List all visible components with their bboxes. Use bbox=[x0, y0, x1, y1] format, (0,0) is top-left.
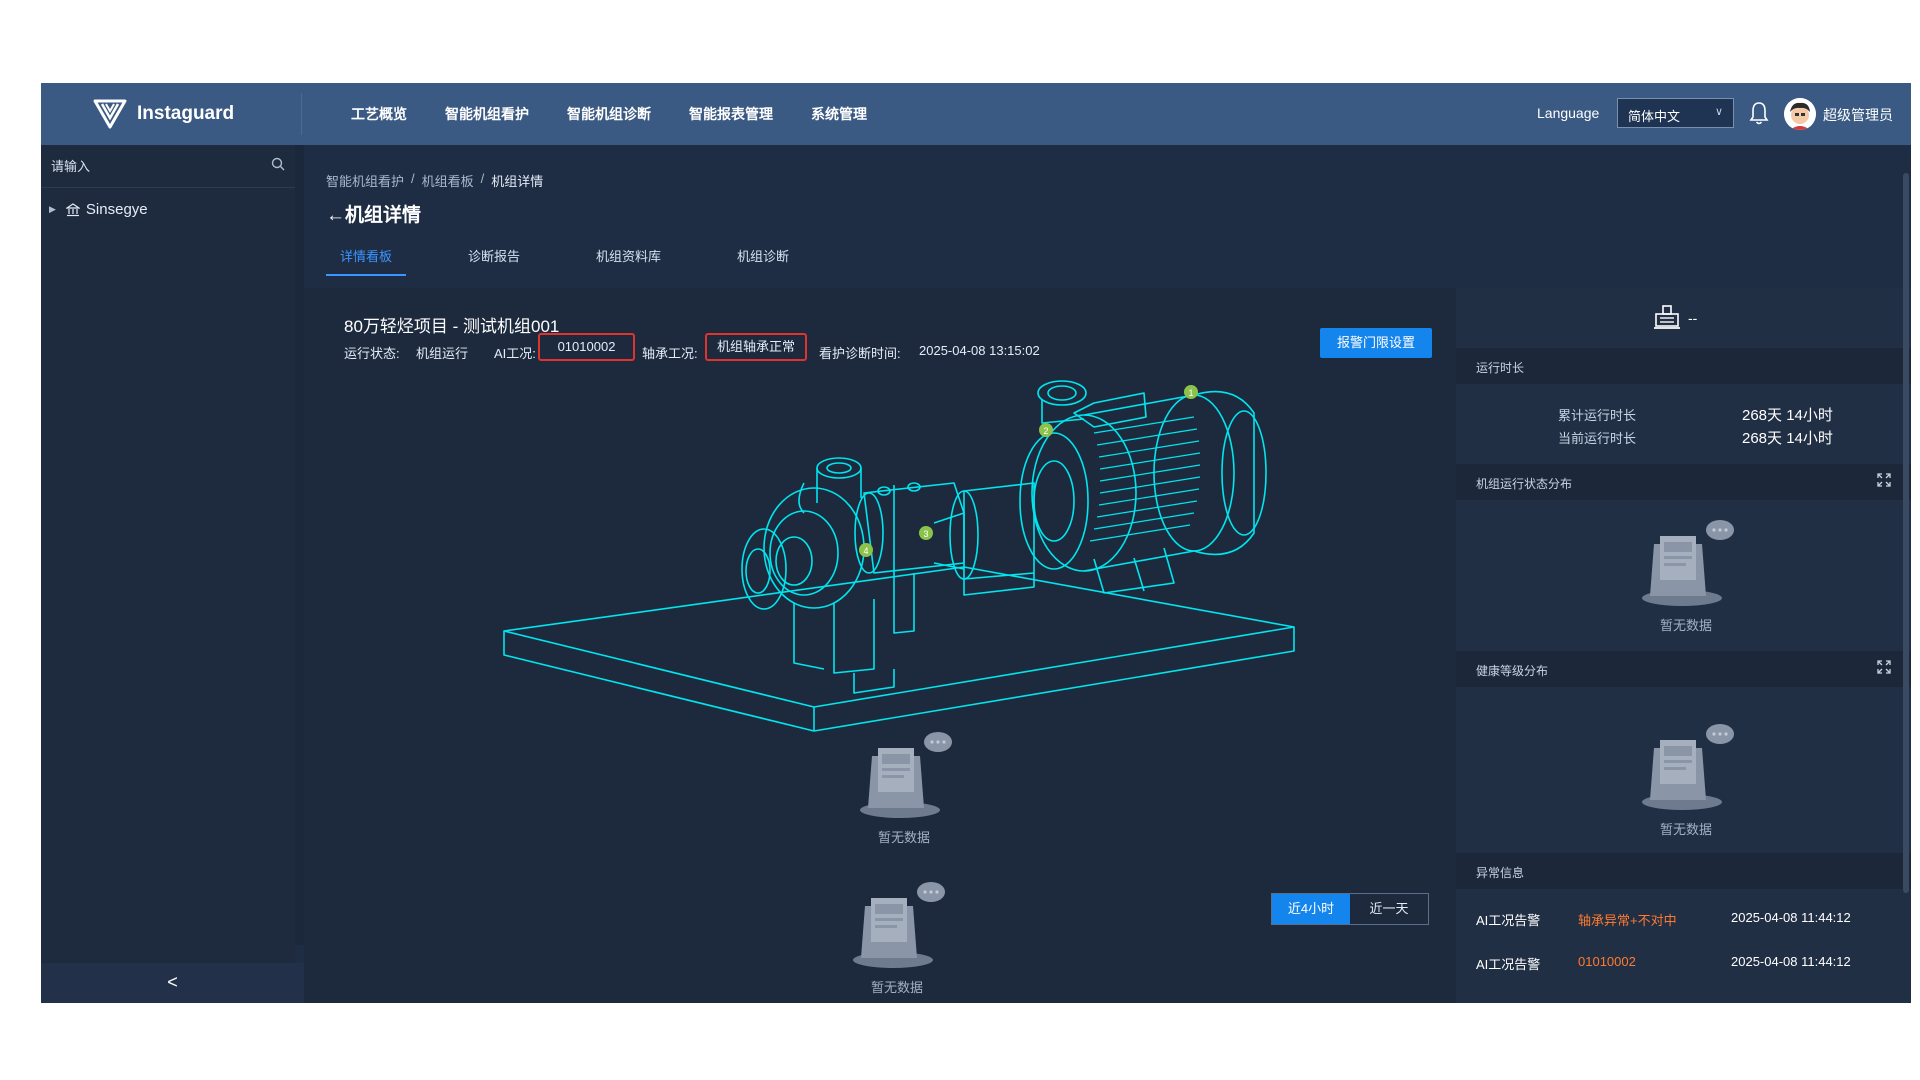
search-icon[interactable] bbox=[271, 157, 285, 171]
alarm-threshold-button[interactable]: 报警门限设置 bbox=[1320, 328, 1432, 358]
menu-system-management[interactable]: 系统管理 bbox=[811, 104, 867, 124]
breadcrumb-separator: / bbox=[480, 171, 485, 186]
health-distribution-title: 健康等级分布 bbox=[1476, 664, 1549, 678]
empty-state-chart-2: 暂无数据 bbox=[837, 878, 957, 996]
abnormal-type: AI工况告警 bbox=[1476, 957, 1541, 972]
right-info-panel: -- 运行时长 累计运行时长 268天 14小时 当前运行时长 268天 14小… bbox=[1456, 288, 1911, 1003]
health-distribution-header: 健康等级分布 bbox=[1456, 651, 1911, 687]
user-avatar-icon bbox=[1784, 98, 1816, 130]
breadcrumb-item-detail: 机组详情 bbox=[491, 174, 544, 189]
sidebar-collapse-button[interactable]: < bbox=[41, 963, 304, 1003]
chevron-down-icon: ∨ bbox=[1714, 106, 1723, 118]
language-select[interactable]: 简体中文 ∨ bbox=[1617, 98, 1734, 128]
tree-node-root[interactable]: ▶ Sinsegye bbox=[49, 201, 148, 218]
sensor-marker-4-label: 4 bbox=[863, 546, 868, 556]
time-range-1d[interactable]: 近一天 bbox=[1350, 894, 1428, 924]
run-status-label: 运行状态: bbox=[344, 346, 400, 361]
empty-data-icon bbox=[860, 732, 952, 818]
bearing-condition-label: 轴承工况: bbox=[642, 346, 698, 361]
bell-icon[interactable] bbox=[1748, 99, 1770, 127]
top-navigation-bar: Instaguard 工艺概览 智能机组看护 智能机组诊断 智能报表管理 系统管… bbox=[41, 83, 1911, 145]
unit-title: 80万轻烃项目 - 测试机组001 bbox=[344, 317, 560, 336]
menu-unit-care[interactable]: 智能机组看护 bbox=[445, 104, 529, 124]
chevron-left-icon: < bbox=[167, 972, 178, 992]
total-runtime-label: 累计运行时长 bbox=[1558, 408, 1637, 423]
instaguard-logo-icon bbox=[93, 99, 127, 129]
total-runtime-value: 268天 14小时 bbox=[1742, 407, 1833, 424]
sensor-marker-3-label: 3 bbox=[923, 529, 928, 539]
empty-data-icon bbox=[1642, 724, 1734, 810]
user-name[interactable]: 超级管理员 bbox=[1823, 105, 1893, 125]
sidebar-search bbox=[41, 145, 295, 188]
detail-tabs: 详情看板 诊断报告 机组资料库 机组诊断 bbox=[326, 238, 851, 276]
brand-name: Instaguard bbox=[137, 103, 235, 124]
brand-logo[interactable]: Instaguard bbox=[93, 97, 234, 131]
sensor-marker-1-label: 1 bbox=[1188, 388, 1193, 398]
building-icon bbox=[65, 202, 80, 216]
diagnosis-time-label: 看护诊断时间: bbox=[819, 346, 901, 361]
empty-data-text: 暂无数据 bbox=[1659, 618, 1712, 633]
avatar[interactable] bbox=[1784, 98, 1816, 130]
language-value: 简体中文 bbox=[1628, 109, 1681, 124]
abnormal-type: AI工况告警 bbox=[1476, 913, 1541, 928]
tab-detail-board[interactable]: 详情看板 bbox=[326, 238, 407, 276]
time-range-4h[interactable]: 近4小时 bbox=[1272, 894, 1350, 924]
menu-unit-diagnosis[interactable]: 智能机组诊断 bbox=[567, 104, 651, 124]
abnormal-detail: 轴承异常+不对中 bbox=[1578, 913, 1677, 928]
tab-diagnosis-report[interactable]: 诊断报告 bbox=[454, 238, 534, 276]
page-scrollbar[interactable] bbox=[1903, 173, 1909, 893]
diagnosis-time-value: 2025-04-08 13:15:02 bbox=[919, 343, 1040, 358]
bearing-condition-value: 机组轴承正常 bbox=[705, 333, 807, 361]
nav-divider bbox=[301, 93, 302, 135]
tree-node-label: Sinsegye bbox=[85, 201, 148, 218]
empty-state-chart-1: 暂无数据 bbox=[844, 728, 964, 846]
tab-unit-diagnosis[interactable]: 机组诊断 bbox=[723, 238, 803, 276]
breadcrumb-separator: / bbox=[411, 171, 415, 186]
status-distribution-header: 机组运行状态分布 bbox=[1456, 464, 1911, 500]
run-status-value: 机组运行 bbox=[416, 346, 469, 361]
sensor-marker-2-label: 2 bbox=[1043, 426, 1048, 436]
sidebar-divider bbox=[295, 145, 304, 945]
abnormal-time: 2025-04-08 11:44:12 bbox=[1731, 954, 1851, 969]
abnormal-info-title: 异常信息 bbox=[1476, 866, 1525, 880]
abnormal-info-header: 异常信息 bbox=[1456, 853, 1911, 889]
breadcrumb-item-board[interactable]: 机组看板 bbox=[422, 171, 474, 190]
current-runtime-value: 268天 14小时 bbox=[1742, 430, 1833, 447]
empty-data-icon bbox=[1642, 520, 1734, 606]
abnormal-detail: 01010002 bbox=[1578, 954, 1636, 969]
tab-unit-library[interactable]: 机组资料库 bbox=[582, 238, 675, 276]
menu-report-management[interactable]: 智能报表管理 bbox=[689, 104, 773, 124]
caret-right-icon[interactable]: ▶ bbox=[49, 204, 56, 215]
status-distribution-title: 机组运行状态分布 bbox=[1476, 477, 1573, 491]
menu-process-overview[interactable]: 工艺概览 bbox=[351, 104, 407, 124]
runtime-title: 运行时长 bbox=[1476, 361, 1525, 375]
abnormal-time: 2025-04-08 11:44:12 bbox=[1731, 910, 1851, 925]
empty-state-health-distribution: 暂无数据 bbox=[1626, 720, 1746, 838]
page-title-back[interactable]: ←机组详情 bbox=[326, 200, 421, 227]
empty-data-text: 暂无数据 bbox=[870, 980, 923, 995]
empty-state-status-distribution: 暂无数据 bbox=[1626, 516, 1746, 634]
empty-data-icon bbox=[853, 882, 945, 968]
ai-condition-value: 01010002 bbox=[538, 333, 635, 361]
expand-icon[interactable] bbox=[1877, 473, 1891, 487]
language-label: Language bbox=[1537, 105, 1600, 121]
breadcrumb-item-care[interactable]: 智能机组看护 bbox=[326, 171, 404, 190]
pump-station-icon bbox=[1654, 305, 1680, 329]
main-menu: 工艺概览 智能机组看护 智能机组诊断 智能报表管理 系统管理 bbox=[351, 83, 905, 145]
ai-condition-label: AI工况: bbox=[494, 346, 536, 361]
breadcrumb: 智能机组看护 / 机组看板 / 机组详情 bbox=[326, 171, 543, 190]
time-range-toggle: 近4小时 近一天 bbox=[1271, 893, 1429, 925]
empty-data-text: 暂无数据 bbox=[877, 830, 930, 845]
app-window: Instaguard 工艺概览 智能机组看护 智能机组诊断 智能报表管理 系统管… bbox=[41, 83, 1911, 1003]
expand-icon[interactable] bbox=[1877, 660, 1891, 674]
right-header-value: -- bbox=[1688, 310, 1698, 326]
search-input[interactable] bbox=[49, 153, 253, 179]
current-runtime-label: 当前运行时长 bbox=[1558, 431, 1637, 446]
runtime-section-header: 运行时长 bbox=[1456, 348, 1911, 384]
detail-board-panel: 80万轻烃项目 - 测试机组001 运行状态: 机组运行 AI工况: 01010… bbox=[304, 288, 1456, 1003]
empty-data-text: 暂无数据 bbox=[1659, 822, 1712, 837]
right-panel-header: -- bbox=[1456, 288, 1911, 348]
sidebar: ▶ Sinsegye bbox=[41, 145, 295, 1003]
pump-unit-3d-model[interactable]: 1 2 3 4 bbox=[494, 373, 1314, 743]
